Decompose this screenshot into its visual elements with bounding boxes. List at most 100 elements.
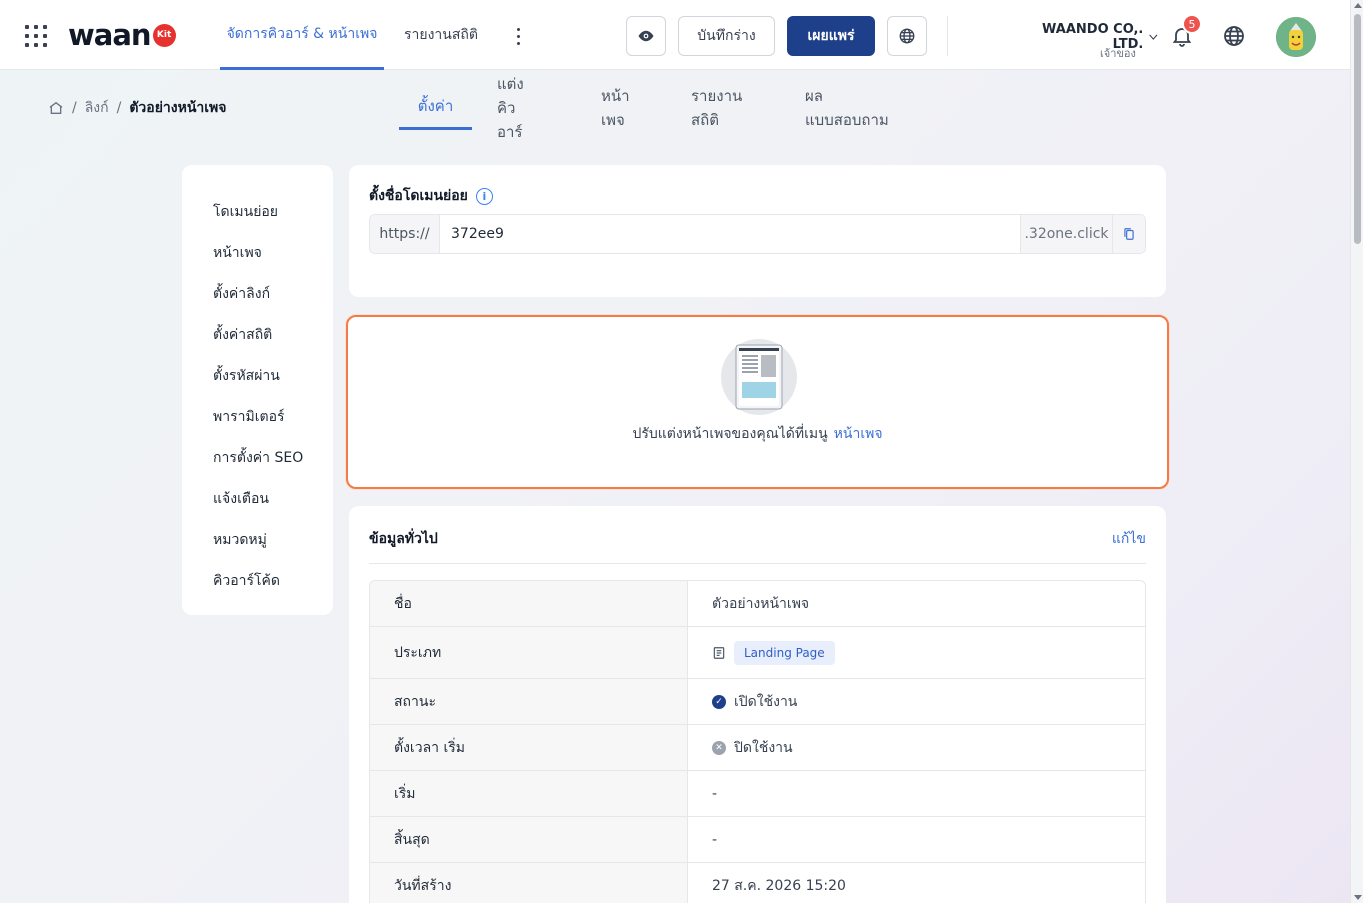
- page-menu-link[interactable]: หน้าเพจ: [834, 426, 883, 442]
- tab-reports[interactable]: รายงานสถิติ: [691, 85, 742, 130]
- subdomain-title-row: ตั้งชื่อโดเมนย่อย i: [369, 185, 493, 207]
- row-key: เริ่ม: [370, 771, 688, 816]
- tab-survey-results[interactable]: ผลแบบสอบถาม: [805, 85, 889, 130]
- chevron-down-icon: [1149, 34, 1158, 40]
- org-switcher[interactable]: WAANDO CO,. LTD. เจ้าของ: [1020, 22, 1160, 60]
- side-item-notifications[interactable]: แจ้งเตือน: [182, 478, 333, 519]
- side-item-stats-settings[interactable]: ตั้งค่าสถิติ: [182, 314, 333, 355]
- row-key: สิ้นสุด: [370, 817, 688, 862]
- avatar-image: [1276, 17, 1316, 57]
- name-value: ตัวอย่างหน้าเพจ: [712, 595, 810, 612]
- table-row: สิ้นสุด -: [370, 817, 1145, 863]
- eye-icon: [638, 30, 654, 42]
- breadcrumb-item-links[interactable]: ลิงก์: [85, 97, 109, 119]
- hint-text: ปรับแต่งหน้าเพจของคุณได้ที่เมนู: [632, 426, 828, 442]
- tab-label: รายงานสถิติ: [691, 86, 743, 129]
- scroll-thumb[interactable]: [1354, 14, 1361, 244]
- tab-settings[interactable]: ตั้งค่า: [399, 85, 472, 130]
- row-key: ตั้งเวลา เริ่ม: [370, 725, 688, 770]
- row-value: ตัวอย่างหน้าเพจ: [688, 581, 1145, 626]
- row-key: วันที่สร้าง: [370, 863, 688, 903]
- row-value: -: [712, 831, 718, 848]
- side-item-page[interactable]: หน้าเพจ: [182, 232, 333, 273]
- breadcrumb-current: ตัวอย่างหน้าเพจ: [129, 100, 227, 116]
- row-value: 27 ส.ค. 2026 15:20: [712, 878, 846, 894]
- side-item-parameters[interactable]: พารามิเตอร์: [182, 396, 333, 437]
- notification-badge: 5: [1182, 14, 1202, 34]
- logo-text: waan: [68, 18, 152, 52]
- top-navigation-bar: waan Kit จัดการคิวอาร์ & หน้าเพจ รายงานส…: [0, 0, 1350, 70]
- hint-text-row: ปรับแต่งหน้าเพจของคุณได้ที่เมนู หน้าเพจ: [348, 423, 1167, 445]
- toolbar-divider: [947, 16, 948, 56]
- tab-label: หน้าเพจ: [601, 86, 630, 129]
- app-logo[interactable]: waan Kit: [68, 17, 176, 53]
- row-value: ✓ เปิดใช้งาน: [688, 679, 1145, 724]
- side-item-seo[interactable]: การตั้งค่า SEO: [182, 437, 333, 478]
- nav-item-label: รายงานสถิติ: [404, 27, 478, 43]
- section-divider: [369, 563, 1146, 564]
- save-draft-button[interactable]: บันทึกร่าง: [678, 16, 775, 56]
- document-icon: [713, 646, 725, 659]
- tab-label: ผลแบบสอบถาม: [805, 86, 889, 129]
- status-value: เปิดใช้งาน: [734, 693, 798, 710]
- scroll-up-arrow[interactable]: [1354, 3, 1362, 8]
- language-button[interactable]: [887, 16, 927, 56]
- subdomain-title: ตั้งชื่อโดเมนย่อย: [369, 188, 468, 204]
- nav-item-qr-pages[interactable]: จัดการคิวอาร์ & หน้าเพจ: [220, 0, 384, 70]
- url-suffix: .32one.click: [1020, 215, 1112, 253]
- row-value: -: [712, 785, 718, 802]
- app-grid-icon[interactable]: [25, 25, 47, 47]
- row-key: ชื่อ: [370, 581, 688, 626]
- row-value: ✕ ปิดใช้งาน: [688, 725, 1145, 770]
- x-circle-icon: ✕: [712, 740, 726, 755]
- subdomain-input[interactable]: [440, 215, 1020, 253]
- side-item-qr-code[interactable]: คิวอาร์โค้ด: [182, 560, 333, 601]
- tab-label: แต่งคิวอาร์: [497, 74, 524, 141]
- schedule-value: ปิดใช้งาน: [734, 739, 793, 756]
- avatar[interactable]: [1276, 17, 1316, 57]
- scroll-down-arrow[interactable]: [1354, 895, 1362, 900]
- check-circle-icon: ✓: [712, 694, 726, 709]
- table-row: ประเภท Landing Page: [370, 627, 1145, 679]
- org-role: เจ้าของ: [1100, 47, 1136, 60]
- publish-button[interactable]: เผยแพร่: [787, 16, 875, 56]
- side-item-link-settings[interactable]: ตั้งค่าลิงก์: [182, 273, 333, 314]
- breadcrumb: / ลิงก์ / ตัวอย่างหน้าเพจ: [48, 97, 226, 119]
- table-row: ชื่อ ตัวอย่างหน้าเพจ: [370, 581, 1145, 627]
- edit-button[interactable]: แก้ไข: [1112, 528, 1146, 550]
- side-item-categories[interactable]: หมวดหมู่: [182, 519, 333, 560]
- row-key: ประเภท: [370, 627, 688, 678]
- nav-item-label: จัดการคิวอาร์ & หน้าเพจ: [226, 25, 378, 42]
- side-item-subdomain[interactable]: โดเมนย่อย: [182, 191, 333, 232]
- org-name-row: WAANDO CO,. LTD.: [1020, 22, 1160, 52]
- copy-button[interactable]: [1112, 215, 1145, 253]
- tab-qr-design[interactable]: แต่งคิวอาร์: [497, 75, 524, 141]
- copy-icon: [1124, 228, 1134, 240]
- page-illustration-icon: [721, 339, 797, 415]
- info-icon[interactable]: i: [475, 187, 493, 205]
- general-info-title: ข้อมูลทั่วไป: [369, 531, 438, 547]
- nav-item-reports[interactable]: รายงานสถิติ: [404, 0, 478, 70]
- subdomain-url-field: https:// .32one.click: [369, 214, 1146, 254]
- url-prefix: https://: [370, 215, 440, 253]
- table-row: ตั้งเวลา เริ่ม ✕ ปิดใช้งาน: [370, 725, 1145, 771]
- page-customize-hint-card: ปรับแต่งหน้าเพจของคุณได้ที่เมนู หน้าเพจ: [346, 315, 1169, 489]
- globe-icon[interactable]: [1222, 24, 1246, 48]
- side-item-password[interactable]: ตั้งรหัสผ่าน: [182, 355, 333, 396]
- table-row: สถานะ ✓ เปิดใช้งาน: [370, 679, 1145, 725]
- breadcrumb-separator: /: [116, 100, 122, 116]
- globe-icon: [899, 28, 915, 44]
- row-key: สถานะ: [370, 679, 688, 724]
- home-icon[interactable]: [48, 100, 64, 116]
- tab-label: ตั้งค่า: [417, 97, 454, 115]
- page-scrollbar[interactable]: [1350, 0, 1363, 903]
- tab-page[interactable]: หน้าเพจ: [601, 85, 630, 130]
- preview-button[interactable]: [626, 16, 666, 56]
- subdomain-card: ตั้งชื่อโดเมนย่อย i https:// .32one.clic…: [349, 165, 1166, 297]
- breadcrumb-separator: /: [72, 100, 77, 116]
- general-info-card: ข้อมูลทั่วไป แก้ไข ชื่อ ตัวอย่างหน้าเพจ …: [349, 506, 1166, 903]
- type-tag: Landing Page: [734, 640, 835, 665]
- logo-badge: Kit: [152, 23, 176, 47]
- more-menu-icon[interactable]: [509, 25, 529, 47]
- row-value: Landing Page: [688, 627, 1145, 678]
